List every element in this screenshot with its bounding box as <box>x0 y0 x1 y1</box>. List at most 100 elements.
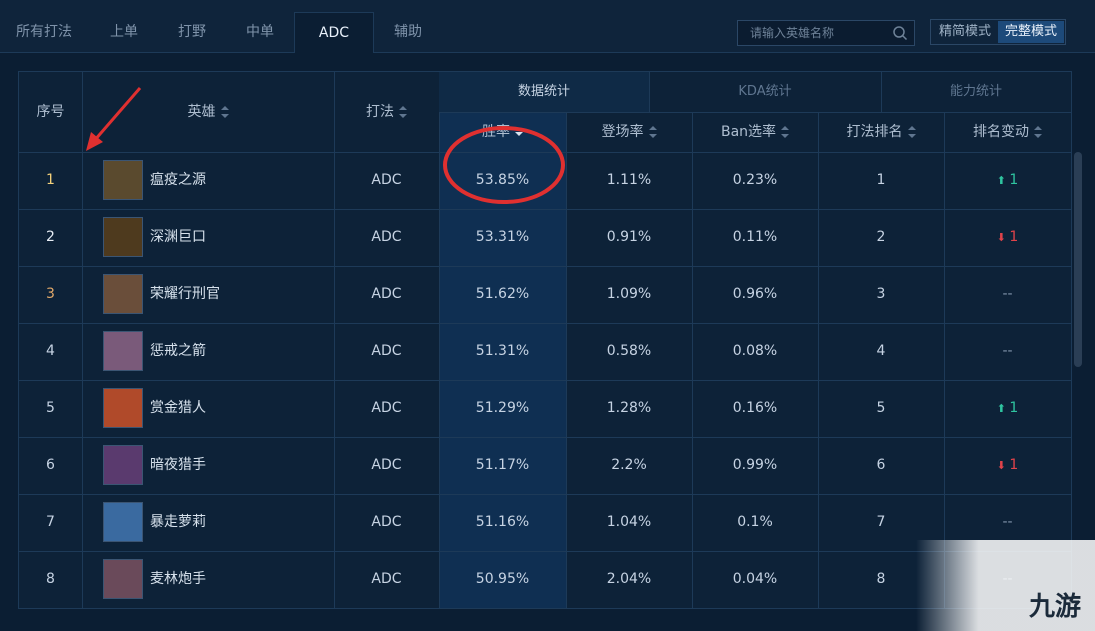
pickrate-value: 1.04% <box>606 514 652 530</box>
banrate-value: 0.1% <box>737 514 773 530</box>
hero-name[interactable]: 赏金猎人 <box>150 380 206 437</box>
hero-cell[interactable]: 荣耀行刑官 <box>82 266 334 323</box>
top-bar: 所有打法上单打野中单ADC辅助 精简模式完整模式 <box>0 0 1095 53</box>
role-value: ADC <box>371 343 402 359</box>
hero-avatar <box>103 445 143 485</box>
header-hero-label: 英雄 <box>187 104 216 120</box>
hero-avatar <box>103 274 143 314</box>
hero-cell[interactable]: 瘟疫之源 <box>82 152 334 209</box>
rank-change-value: -- <box>1002 286 1013 302</box>
pickrate-value: 1.28% <box>606 400 652 416</box>
hero-name[interactable]: 暗夜猎手 <box>150 437 206 494</box>
hero-cell[interactable]: 赏金猎人 <box>82 380 334 437</box>
row-index: 7 <box>46 514 55 530</box>
hero-cell[interactable]: 深渊巨口 <box>82 209 334 266</box>
tab-5[interactable]: 辅助 <box>374 12 442 52</box>
hero-name[interactable]: 荣耀行刑官 <box>150 266 220 323</box>
hero-avatar <box>103 388 143 428</box>
watermark-logo: 九游 <box>1028 592 1081 622</box>
table-scrollbar[interactable] <box>1074 152 1082 367</box>
header-rank[interactable]: 打法排名 <box>818 112 944 152</box>
hero-cell[interactable]: 惩戒之箭 <box>82 323 334 380</box>
header-banrate-label: Ban选率 <box>720 124 777 140</box>
rank-change: ⬆ 1 <box>944 380 1071 437</box>
hero-avatar <box>103 160 143 200</box>
rank-value: 6 <box>876 457 886 473</box>
header-banrate[interactable]: Ban选率 <box>692 112 818 152</box>
pickrate-value: 0.91% <box>606 229 652 245</box>
hero-search <box>737 20 915 46</box>
hero-cell[interactable]: 暗夜猎手 <box>82 437 334 494</box>
banrate-value: 0.96% <box>732 286 778 302</box>
hero-name[interactable]: 瘟疫之源 <box>150 152 206 209</box>
rank-value: 3 <box>876 286 886 302</box>
sort-icon[interactable] <box>781 126 790 138</box>
group-tab-1[interactable]: KDA统计 <box>649 72 881 112</box>
banrate-value: 0.99% <box>732 457 778 473</box>
tab-1[interactable]: 上单 <box>90 12 158 52</box>
rank-change: ⬆ 1 <box>944 152 1071 209</box>
pickrate-value: 2.2% <box>611 457 647 473</box>
sort-icon[interactable] <box>907 126 916 138</box>
rank-change-value: 1 <box>1009 457 1019 473</box>
hero-avatar <box>103 559 143 599</box>
hero-cell[interactable]: 暴走萝莉 <box>82 494 334 551</box>
group-tab-2[interactable]: 能力统计 <box>881 72 1071 112</box>
tab-4[interactable]: ADC <box>294 12 374 53</box>
role-value: ADC <box>371 172 402 188</box>
row-index: 4 <box>46 343 55 359</box>
hero-avatar <box>103 217 143 257</box>
hero-name[interactable]: 惩戒之箭 <box>150 323 206 380</box>
role-tabs: 所有打法 上单 打野 中单 ADC 辅助 <box>0 12 442 53</box>
header-change[interactable]: 排名变动 <box>944 112 1071 152</box>
mode-button-1[interactable]: 完整模式 <box>998 21 1065 43</box>
group-tab-0[interactable]: 数据统计 <box>439 72 649 112</box>
arrow-down-icon: ⬇ <box>996 459 1010 472</box>
pickrate-value: 2.04% <box>606 571 652 587</box>
rank-change: ⬇ 1 <box>944 437 1071 494</box>
row-index: 8 <box>46 571 55 587</box>
hero-stats-table: 数据统计 KDA统计 能力统计序号 英雄 打法胜率 登场率 Ban选率 打法排名 排名变动 1 瘟疫… <box>18 71 1072 609</box>
header-index-label: 序号 <box>36 104 65 120</box>
header-pickrate[interactable]: 登场率 <box>566 112 692 152</box>
header-index: 序号 <box>19 72 82 152</box>
winrate-value: 51.16% <box>475 514 530 530</box>
hero-name[interactable]: 深渊巨口 <box>150 209 206 266</box>
winrate-value: 51.31% <box>475 343 530 359</box>
sort-icon[interactable] <box>399 106 407 118</box>
sort-icon[interactable] <box>1034 126 1042 138</box>
pickrate-value: 1.09% <box>606 286 652 302</box>
arrow-up-icon: ⬆ <box>996 174 1010 187</box>
tab-0[interactable]: 所有打法 <box>0 12 90 52</box>
hero-name[interactable]: 麦林炮手 <box>150 551 206 608</box>
role-value: ADC <box>371 229 402 245</box>
winrate-value: 50.95% <box>475 571 530 587</box>
search-icon[interactable] <box>892 25 908 41</box>
tab-3[interactable]: 中单 <box>226 12 294 52</box>
arrow-up-icon: ⬆ <box>996 402 1010 415</box>
sort-icon[interactable] <box>648 126 657 138</box>
winrate-value: 53.85% <box>475 172 530 188</box>
rank-change-value: 1 <box>1009 400 1019 416</box>
banrate-value: 0.11% <box>732 229 778 245</box>
role-value: ADC <box>371 286 402 302</box>
row-index: 6 <box>46 457 55 473</box>
row-index: 1 <box>46 172 55 188</box>
header-role[interactable]: 打法 <box>334 72 439 152</box>
header-winrate-label: 胜率 <box>482 124 510 140</box>
sort-icon[interactable] <box>220 106 229 118</box>
tab-2[interactable]: 打野 <box>158 12 226 52</box>
header-winrate[interactable]: 胜率 <box>439 112 566 152</box>
hero-search-input[interactable] <box>738 21 888 45</box>
header-hero[interactable]: 英雄 <box>82 72 334 152</box>
header-rank-label: 打法排名 <box>846 124 903 140</box>
mode-button-0[interactable]: 精简模式 <box>932 21 998 43</box>
role-value: ADC <box>371 571 402 587</box>
winrate-value: 51.62% <box>475 286 530 302</box>
hero-name[interactable]: 暴走萝莉 <box>150 494 206 551</box>
hero-cell[interactable]: 麦林炮手 <box>82 551 334 608</box>
hero-avatar <box>103 331 143 371</box>
header-pickrate-label: 登场率 <box>601 124 644 140</box>
sort-icon[interactable] <box>515 126 523 138</box>
pickrate-value: 0.58% <box>606 343 652 359</box>
